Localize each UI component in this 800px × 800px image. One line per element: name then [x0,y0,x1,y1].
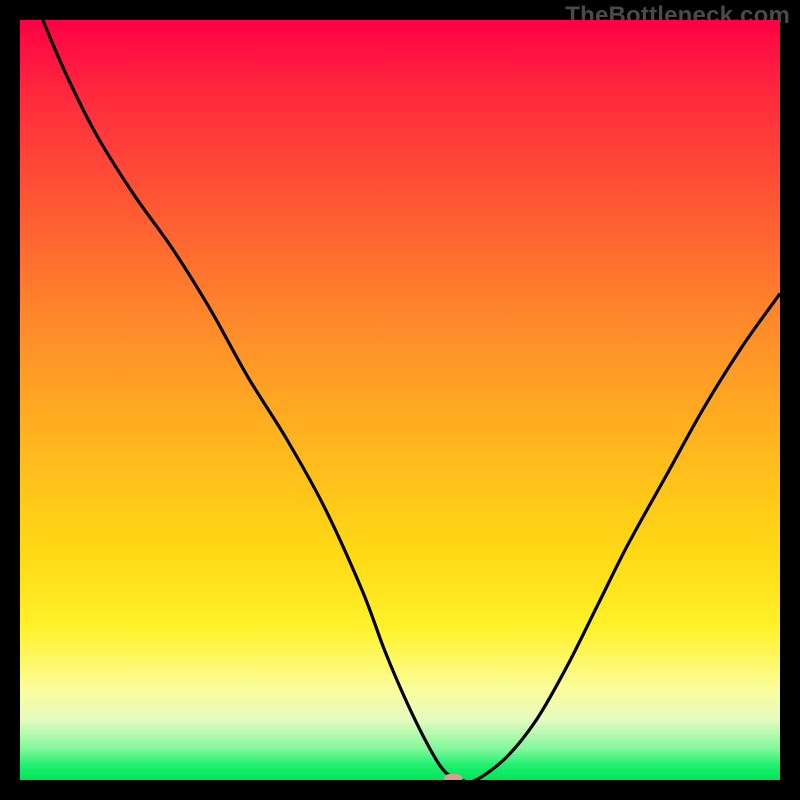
chart-stage: TheBottleneck.com [0,0,800,800]
bottleneck-curve [43,20,780,780]
curve-layer [20,20,780,780]
plot-area [20,20,780,780]
optimum-marker [444,774,462,780]
